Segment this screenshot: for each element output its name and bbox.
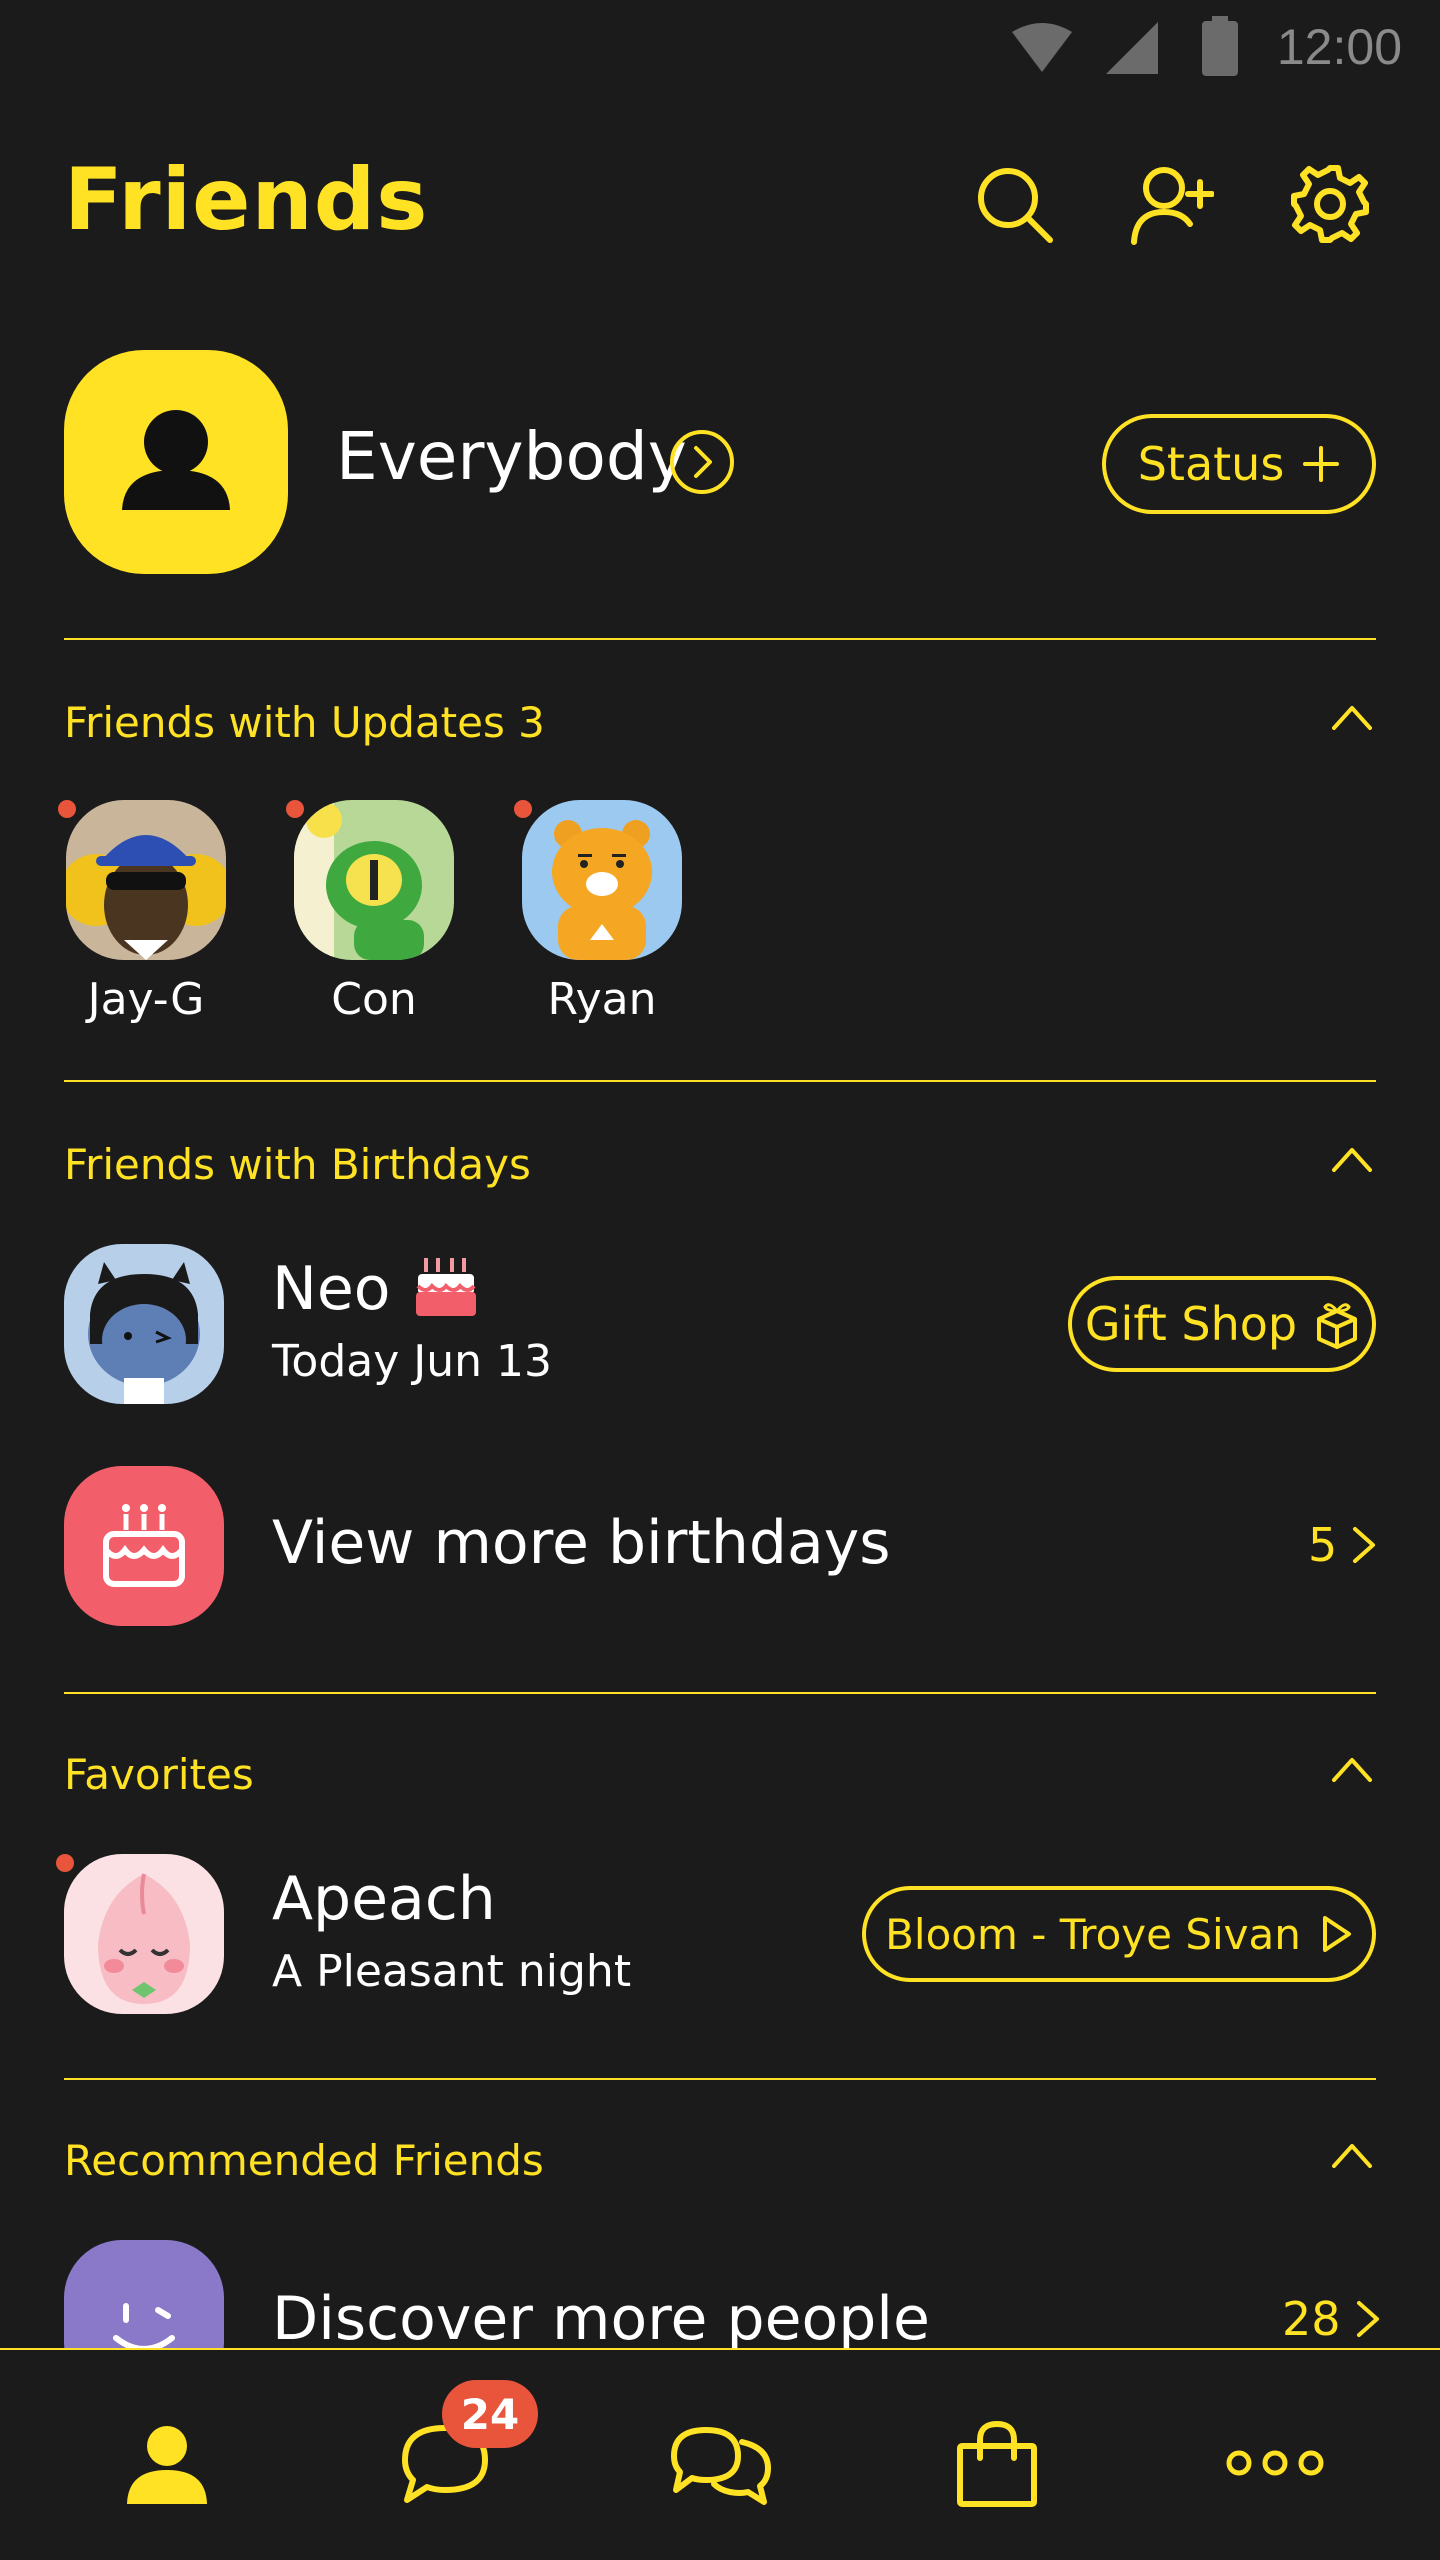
chevron-right-icon — [1353, 1527, 1376, 1563]
update-friend-con[interactable]: Con — [286, 800, 456, 1025]
view-more-birthdays-count[interactable]: 5 — [1308, 1518, 1377, 1572]
unread-badge: 24 — [442, 2380, 538, 2448]
signal-icon — [1106, 22, 1158, 74]
page-title: Friends — [64, 150, 429, 250]
update-friend-name: Con — [331, 974, 417, 1025]
new-update-dot — [514, 800, 532, 818]
divider — [64, 638, 1376, 640]
more-tab[interactable] — [1220, 2408, 1330, 2518]
update-friend-name: Jay-G — [87, 974, 205, 1025]
chevron-right-circle-icon[interactable] — [668, 428, 736, 496]
person-icon — [122, 410, 230, 510]
birthday-cake-tile[interactable] — [64, 1466, 224, 1626]
discover-label[interactable]: Discover more people — [272, 2284, 930, 2354]
birthday-friend-name: Neo — [272, 1254, 391, 1324]
divider — [64, 1080, 1376, 1082]
update-friend-ryan[interactable]: Ryan — [514, 800, 684, 1025]
plus-icon — [1303, 446, 1340, 482]
shopping-tab[interactable] — [942, 2408, 1052, 2518]
new-update-dot — [286, 800, 304, 818]
birthday-cake-icon — [416, 1258, 476, 1316]
music-button-label: Bloom - Troye Sivan — [885, 1909, 1301, 1959]
updates-section-title: Friends with Updates 3 — [64, 698, 545, 747]
play-icon — [1322, 1916, 1351, 1952]
divider — [64, 1692, 1376, 1694]
new-update-dot — [56, 1854, 74, 1872]
profile-name[interactable]: Everybody — [336, 418, 687, 495]
chevron-right-icon — [1356, 2301, 1379, 2337]
chevron-up-icon[interactable] — [1330, 2140, 1374, 2170]
friends-tab[interactable] — [112, 2408, 222, 2518]
add-friend-icon[interactable] — [1130, 162, 1214, 246]
status-button-label: Status — [1137, 437, 1285, 491]
favorites-section-title: Favorites — [64, 1750, 254, 1799]
new-update-dot — [58, 800, 76, 818]
avatar — [66, 800, 226, 960]
recommended-count: 28 — [1282, 2292, 1341, 2346]
discover-count[interactable]: 28 — [1282, 2292, 1381, 2346]
wifi-icon — [1012, 23, 1072, 72]
search-icon[interactable] — [972, 162, 1056, 246]
bottom-navigation: 24 — [0, 2348, 1440, 2560]
view-more-birthdays-label[interactable]: View more birthdays — [272, 1508, 891, 1578]
divider — [64, 2078, 1376, 2080]
recommended-section-title: Recommended Friends — [64, 2136, 544, 2185]
music-button[interactable]: Bloom - Troye Sivan — [862, 1886, 1376, 1982]
openchat-tab[interactable] — [666, 2408, 776, 2518]
more-tab-icon — [1226, 2450, 1324, 2476]
birthdays-section-title: Friends with Birthdays — [64, 1140, 531, 1189]
openchat-tab-icon — [671, 2427, 771, 2505]
birthday-count: 5 — [1308, 1518, 1338, 1572]
battery-icon — [1202, 16, 1238, 76]
status-time: 12:00 — [1276, 19, 1402, 75]
status-button[interactable]: Status — [1102, 414, 1376, 514]
cake-icon — [103, 1504, 185, 1587]
favorite-friend-name: Apeach — [272, 1864, 496, 1934]
update-friend-jay-g[interactable]: Jay-G — [58, 800, 228, 1025]
update-friend-name: Ryan — [547, 974, 657, 1025]
gift-shop-label: Gift Shop — [1084, 1297, 1298, 1351]
friends-tab-icon — [127, 2426, 207, 2504]
profile-avatar[interactable] — [64, 350, 288, 574]
status-bar: 12:00 — [0, 0, 1440, 98]
shopping-tab-icon — [957, 2420, 1037, 2507]
gift-shop-button[interactable]: Gift Shop — [1068, 1276, 1376, 1372]
favorite-friend-status: A Pleasant night — [272, 1946, 632, 1997]
birthday-date: Today Jun 13 — [272, 1336, 552, 1387]
gift-icon — [1317, 1303, 1358, 1349]
avatar-apeach[interactable] — [64, 1854, 224, 2014]
avatar-neo[interactable] — [64, 1244, 224, 1404]
chevron-up-icon[interactable] — [1330, 702, 1374, 732]
avatar — [522, 800, 682, 960]
avatar — [294, 800, 454, 960]
chevron-up-icon[interactable] — [1330, 1754, 1374, 1784]
chevron-up-icon[interactable] — [1330, 1144, 1374, 1174]
settings-icon[interactable] — [1288, 162, 1372, 246]
